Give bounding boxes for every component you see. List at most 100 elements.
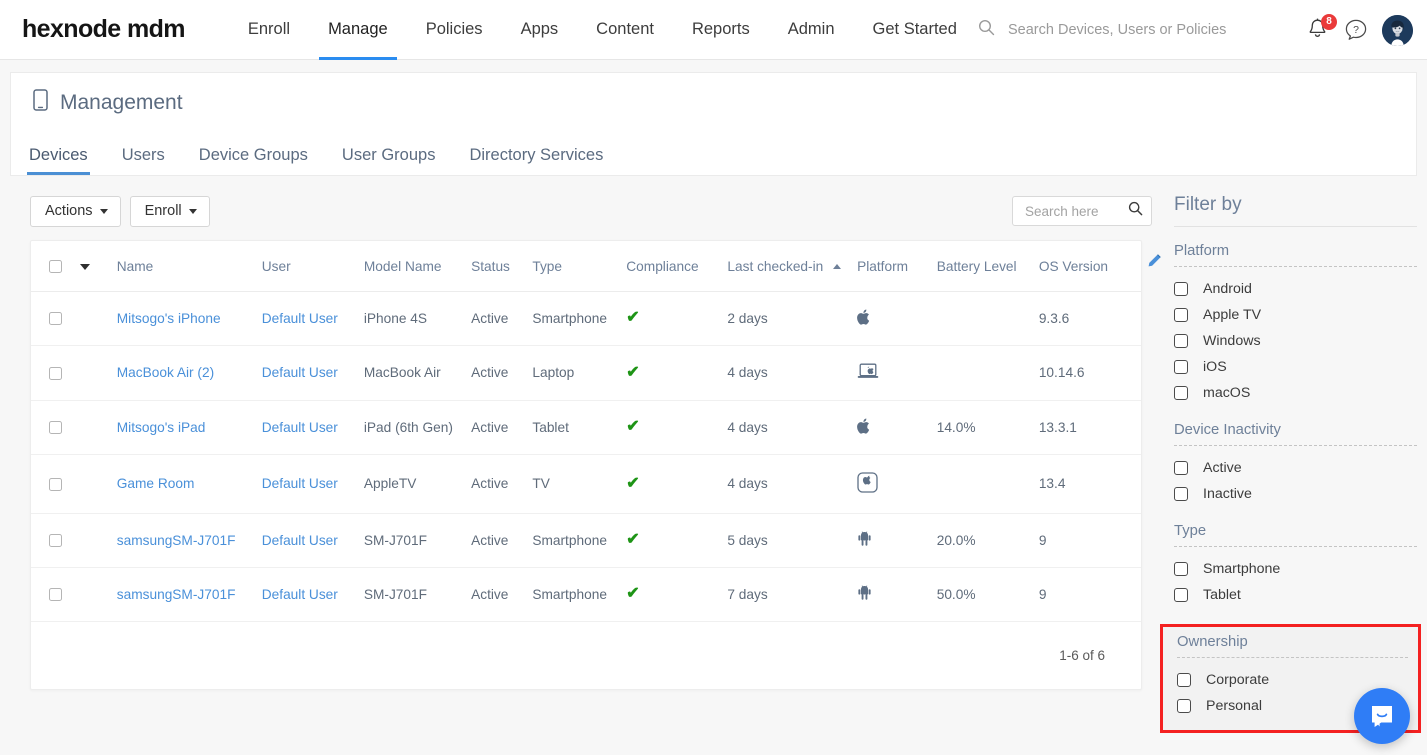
table-row[interactable]: Mitsogo's iPhone Default User iPhone 4S … <box>31 291 1141 346</box>
column-header-user[interactable]: User <box>261 240 364 292</box>
cell-type: Smartphone <box>532 291 627 346</box>
column-header-os-version[interactable]: OS Version <box>1038 240 1141 292</box>
checkbox[interactable] <box>1177 699 1191 713</box>
filter-option-windows[interactable]: Windows <box>1174 328 1417 354</box>
table-row[interactable]: samsungSM-J701F Default User SM-J701F Ac… <box>31 513 1141 568</box>
device-name-link[interactable]: samsungSM-J701F <box>117 587 236 602</box>
cell-user: Default User <box>261 567 364 622</box>
cell-battery: 20.0% <box>936 513 1039 568</box>
table-row[interactable]: MacBook Air (2) Default User MacBook Air… <box>31 345 1141 401</box>
column-header-last-checked-in[interactable]: Last checked-in <box>727 240 858 292</box>
devices-toolbar: Actions Enroll <box>10 176 1152 240</box>
cell-last-checked-in: 5 days <box>727 513 858 568</box>
table-search[interactable] <box>1012 196 1152 226</box>
checkbox[interactable] <box>1174 386 1188 400</box>
column-header-model-name[interactable]: Model Name <box>363 240 472 292</box>
cell-battery: 50.0% <box>936 567 1039 622</box>
filter-option-android[interactable]: Android <box>1174 276 1417 302</box>
user-link[interactable]: Default User <box>262 365 338 380</box>
checkbox[interactable] <box>1174 461 1188 475</box>
filter-option-inactive[interactable]: Inactive <box>1174 481 1417 507</box>
user-link[interactable]: Default User <box>262 476 338 491</box>
notifications-button[interactable]: 8 <box>1306 14 1337 43</box>
search-icon <box>978 19 995 41</box>
device-name-link[interactable]: samsungSM-J701F <box>117 533 236 548</box>
tab-device-groups[interactable]: Device Groups <box>189 146 318 175</box>
table-row[interactable]: Mitsogo's iPad Default User iPad (6th Ge… <box>31 400 1141 455</box>
checkbox[interactable] <box>1177 673 1191 687</box>
row-checkbox[interactable] <box>49 366 62 380</box>
filter-option-smartphone[interactable]: Smartphone <box>1174 556 1417 582</box>
chevron-down-icon[interactable] <box>80 263 91 270</box>
hexnode-logo[interactable]: hexnode mdm <box>14 15 185 44</box>
cell-compliance: ✔ <box>626 454 728 514</box>
user-link[interactable]: Default User <box>262 533 338 548</box>
row-checkbox[interactable] <box>49 477 62 491</box>
table-row[interactable]: Game Room Default User AppleTV Active TV… <box>31 454 1141 514</box>
filter-option-macos[interactable]: macOS <box>1174 380 1417 406</box>
checkbox[interactable] <box>1174 308 1188 322</box>
device-name-link[interactable]: Game Room <box>117 476 195 491</box>
nav-item-admin[interactable]: Admin <box>769 0 854 60</box>
column-header-status[interactable]: Status <box>471 240 533 292</box>
search-icon[interactable] <box>1128 201 1143 221</box>
enroll-button-label: Enroll <box>144 203 182 219</box>
cell-compliance: ✔ <box>626 345 728 401</box>
nav-item-manage[interactable]: Manage <box>309 0 407 60</box>
user-link[interactable]: Default User <box>262 311 338 326</box>
row-checkbox[interactable] <box>49 421 62 435</box>
table-search-input[interactable] <box>1023 202 1128 220</box>
tab-directory-services[interactable]: Directory Services <box>459 146 613 175</box>
enroll-button[interactable]: Enroll <box>129 196 210 227</box>
column-header-platform[interactable]: Platform <box>857 240 937 292</box>
tab-user-groups[interactable]: User Groups <box>332 146 446 175</box>
column-header-compliance[interactable]: Compliance <box>626 240 728 292</box>
checkbox[interactable] <box>1174 588 1188 602</box>
nav-item-content[interactable]: Content <box>577 0 673 60</box>
column-header-type[interactable]: Type <box>532 240 627 292</box>
filter-option-apple-tv[interactable]: Apple TV <box>1174 302 1417 328</box>
checkbox[interactable] <box>1174 334 1188 348</box>
global-search[interactable] <box>978 0 1288 60</box>
filter-option-tablet[interactable]: Tablet <box>1174 582 1417 608</box>
tab-devices[interactable]: Devices <box>19 146 98 175</box>
global-search-input[interactable] <box>1006 21 1256 39</box>
row-checkbox[interactable] <box>49 588 62 602</box>
table-row[interactable]: samsungSM-J701F Default User SM-J701F Ac… <box>31 567 1141 622</box>
tab-users[interactable]: Users <box>112 146 175 175</box>
cell-compliance: ✔ <box>626 400 728 455</box>
nav-item-enroll[interactable]: Enroll <box>229 0 309 60</box>
select-all-checkbox[interactable] <box>49 260 62 274</box>
device-name-link[interactable]: Mitsogo's iPad <box>117 420 206 435</box>
nav-item-reports[interactable]: Reports <box>673 0 769 60</box>
compliant-check-icon: ✔ <box>626 585 640 602</box>
nav-item-policies[interactable]: Policies <box>407 0 502 60</box>
filter-option-active[interactable]: Active <box>1174 455 1417 481</box>
checkbox[interactable] <box>1174 360 1188 374</box>
edit-columns-icon[interactable] <box>1146 253 1162 274</box>
row-checkbox[interactable] <box>49 312 62 326</box>
user-avatar[interactable] <box>1382 14 1413 46</box>
actions-button[interactable]: Actions <box>30 196 121 227</box>
column-header-name[interactable]: Name <box>116 240 262 292</box>
user-link[interactable]: Default User <box>262 587 338 602</box>
checkbox[interactable] <box>1174 282 1188 296</box>
column-header-battery-level[interactable]: Battery Level <box>936 240 1039 292</box>
nav-item-get-started[interactable]: Get Started <box>854 0 976 60</box>
help-button[interactable]: ? <box>1344 18 1368 42</box>
chat-support-button[interactable] <box>1354 688 1410 744</box>
cell-last-checked-in: 2 days <box>727 291 858 346</box>
checkbox[interactable] <box>1174 487 1188 501</box>
cell-model: AppleTV <box>363 454 472 514</box>
device-name-link[interactable]: MacBook Air (2) <box>117 365 214 380</box>
nav-label: Apps <box>520 20 559 38</box>
cell-battery <box>936 345 1039 401</box>
checkbox[interactable] <box>1174 562 1188 576</box>
device-name-link[interactable]: Mitsogo's iPhone <box>117 311 221 326</box>
filter-group-type: Type Smartphone Tablet <box>1174 523 1417 608</box>
cell-name: Mitsogo's iPhone <box>116 291 262 346</box>
nav-item-apps[interactable]: Apps <box>502 0 578 60</box>
user-link[interactable]: Default User <box>262 420 338 435</box>
row-checkbox[interactable] <box>49 534 62 548</box>
filter-option-ios[interactable]: iOS <box>1174 354 1417 380</box>
